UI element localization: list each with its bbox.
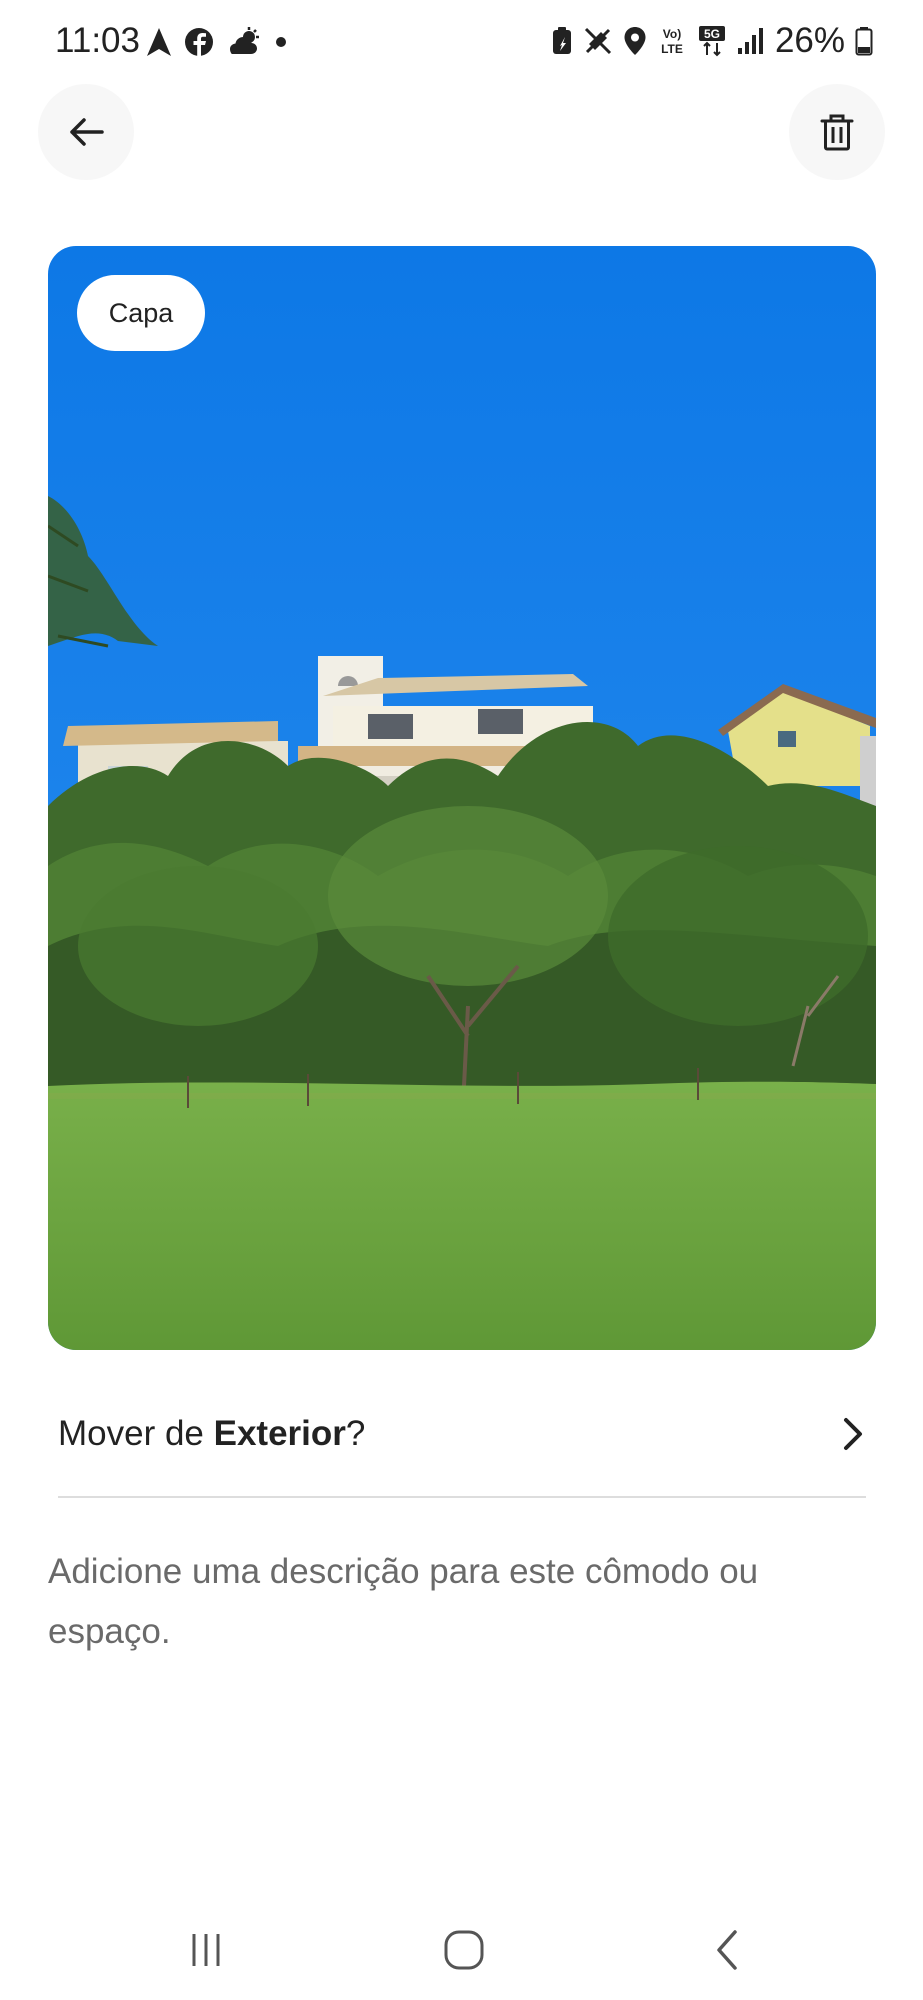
trash-icon — [820, 114, 854, 151]
weather-icon — [230, 27, 259, 54]
5g-icon: 5G — [698, 26, 725, 57]
system-back-button[interactable] — [686, 1920, 766, 1980]
status-left-icons — [146, 24, 288, 60]
divider — [58, 1496, 866, 1498]
move-room-suffix: ? — [345, 1414, 366, 1453]
chevron-right-icon — [844, 1418, 862, 1450]
description-field[interactable]: Adicione uma descrição para este cômodo … — [48, 1542, 878, 1662]
move-room-text: Mover de Exterior? — [58, 1414, 365, 1454]
move-room-name: Exterior — [213, 1414, 346, 1453]
battery-saver-icon — [552, 27, 571, 54]
move-room-row[interactable]: Mover de Exterior? — [58, 1384, 866, 1484]
cover-photo[interactable]: Capa — [48, 246, 876, 1350]
home-button[interactable] — [424, 1920, 504, 1980]
dot-icon — [276, 37, 286, 47]
facebook-icon — [185, 28, 213, 56]
home-icon — [444, 1930, 484, 1970]
svg-text:5G: 5G — [704, 27, 720, 41]
signal-icon — [737, 28, 763, 54]
battery-percentage: 26% — [774, 21, 845, 60]
cover-badge: Capa — [77, 275, 205, 351]
navigation-icon — [147, 28, 171, 56]
house-landscape-image — [48, 246, 876, 1350]
status-bar: 11:03 Vo) LTE 5G 26% — [0, 0, 923, 80]
arrow-left-icon — [70, 118, 104, 146]
system-navigation-bar — [0, 1900, 923, 2000]
back-button[interactable] — [38, 84, 134, 180]
battery-icon — [855, 27, 873, 56]
recents-icon — [192, 1934, 220, 1966]
move-room-prefix: Mover de — [58, 1414, 214, 1453]
delete-photo-button[interactable] — [789, 84, 885, 180]
volte-icon: Vo) LTE — [661, 27, 683, 56]
status-time: 11:03 — [55, 21, 140, 60]
mute-icon — [584, 27, 611, 55]
status-right-icons: Vo) LTE 5G 26% — [551, 20, 873, 62]
recents-button[interactable] — [166, 1920, 246, 1980]
back-icon — [717, 1930, 737, 1970]
svg-text:Vo): Vo) — [663, 27, 681, 41]
svg-text:LTE: LTE — [661, 42, 683, 56]
location-icon — [624, 27, 646, 55]
